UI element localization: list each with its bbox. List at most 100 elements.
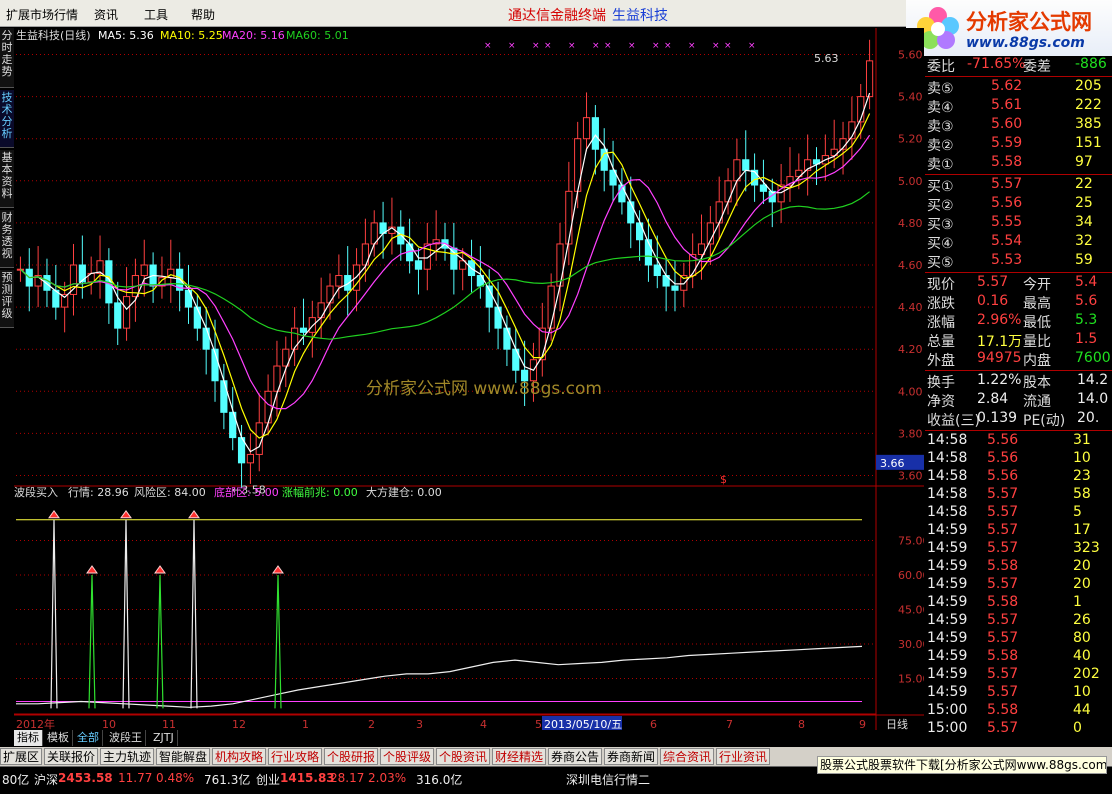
sell-volume: 205: [1075, 78, 1102, 94]
event-marker: ×: [628, 41, 636, 51]
func-tab[interactable]: 主力轨迹: [100, 748, 155, 765]
func-tab[interactable]: 行业攻略: [268, 748, 323, 765]
tab-all[interactable]: 全部: [74, 730, 103, 746]
fund-value-2: 14.0: [1077, 391, 1109, 407]
ma5-label: MA5: 5.36: [98, 29, 154, 42]
tick-volume: 44: [1073, 702, 1091, 718]
side-tab-rating[interactable]: 预测评级: [0, 270, 14, 328]
panel-divider: [925, 370, 1112, 371]
func-tab[interactable]: 行业资讯: [716, 748, 771, 765]
func-tab[interactable]: 关联报价: [44, 748, 99, 765]
status-sh-label: 沪深: [34, 773, 59, 787]
date-tick-label: 2012年: [16, 717, 55, 730]
func-tab[interactable]: 个股评级: [380, 748, 435, 765]
func-tab[interactable]: 券商公告: [548, 748, 603, 765]
func-tab[interactable]: 个股研报: [324, 748, 379, 765]
date-tick-label: 1: [302, 718, 309, 730]
tick-time: 14:59: [927, 666, 968, 682]
candle-body: [193, 306, 201, 329]
status-server[interactable]: 深圳电信行情二: [566, 771, 650, 788]
candle-body: [450, 247, 458, 270]
indicator-fengxian: 风险区: 84.00: [134, 485, 206, 499]
tick-volume: 202: [1073, 666, 1100, 682]
tick-time: 14:59: [927, 522, 968, 538]
status-cy-amount: 316.0亿: [416, 773, 463, 787]
sell-volume: 222: [1075, 97, 1102, 113]
stat-label: 现价: [927, 277, 955, 293]
tick-volume: 323: [1073, 540, 1100, 556]
tick-price: 5.58: [987, 702, 1019, 718]
sell-level-label: 卖③: [927, 119, 954, 135]
tick-row: 15:00 5.57 0: [925, 720, 1112, 739]
func-tab[interactable]: 机构攻略: [212, 748, 267, 765]
func-tab[interactable]: 财经精选: [492, 748, 547, 765]
quote-panel: 委比 -71.65% 委差 -886 卖⑤ 5.62 205 卖④ 5.61 222 卖③ 5.60 3…: [925, 56, 1112, 746]
indicator-name: 波段买入: [14, 485, 58, 499]
menu-extended-market[interactable]: 扩展市场行情: [6, 6, 78, 23]
date-tick-label: 5: [535, 718, 542, 730]
chart-area[interactable]: 3.60 3.80 4.00 4.20 4.40 4.60 4.80 5.00 5.20 5.40…: [14, 28, 924, 730]
tick-price: 5.57: [987, 720, 1019, 736]
tick-time: 15:00: [927, 702, 968, 718]
fund-label-2: PE(动): [1023, 413, 1066, 429]
date-tick-label: 10: [102, 718, 116, 730]
func-tab[interactable]: 扩展区: [0, 748, 43, 765]
fund-label: 换手: [927, 375, 955, 391]
side-tabs: 分时走势 技术分析 基本资料 财务透视 预测评级: [0, 28, 14, 744]
tab-zjtj[interactable]: ZJTJ: [150, 730, 178, 746]
indicator-tick-label: 15.00: [898, 673, 924, 686]
date-tick-label: 8: [798, 718, 805, 730]
event-marker: ×: [544, 41, 552, 51]
func-tab[interactable]: 智能解盘: [156, 748, 211, 765]
candle-body: [335, 275, 343, 287]
sell-price: 5.62: [991, 78, 1023, 94]
fund-label: 净资: [927, 394, 955, 410]
status-sh-pct: 0.48%: [156, 771, 195, 785]
tick-price: 5.57: [987, 576, 1019, 592]
func-tab[interactable]: 综合资讯: [660, 748, 715, 765]
tick-time: 14:59: [927, 594, 968, 610]
candle-body: [582, 117, 591, 140]
tick-row: 14:59 5.57 10: [925, 684, 1112, 703]
fund-row: 收益(三) 0.139 PE(动) 20.: [925, 410, 1112, 429]
candle-body: [653, 264, 661, 277]
func-tab[interactable]: 券商新闻: [604, 748, 659, 765]
tick-volume: 80: [1073, 630, 1091, 646]
side-tab-fundamentals[interactable]: 基本资料: [0, 150, 14, 208]
menu-help[interactable]: 帮助: [191, 6, 215, 23]
panel-divider: [925, 174, 1112, 175]
status-cy-change: 28.17: [330, 771, 365, 785]
tab-boduanwang[interactable]: 波段王: [106, 730, 146, 746]
brand-logo: 分析家公式网 www.88gs.com: [906, 0, 1112, 56]
side-tab-financials[interactable]: 财务透视: [0, 210, 14, 268]
indicator-dafang: 大方建仓: 0.00: [366, 485, 442, 499]
menu-info[interactable]: 资讯: [94, 6, 118, 23]
buy-level-label: 买④: [927, 236, 954, 252]
tick-row: 14:59 5.57 26: [925, 612, 1112, 631]
sell-price: 5.59: [991, 135, 1023, 151]
side-tab-intraday[interactable]: 分时走势: [0, 28, 14, 88]
buy-level-label: 买①: [927, 179, 954, 195]
tick-price: 5.57: [987, 612, 1019, 628]
tick-volume: 1: [1073, 594, 1082, 610]
tick-row: 14:58 5.57 5: [925, 504, 1112, 523]
fund-label-2: 股本: [1023, 375, 1051, 391]
tab-template[interactable]: 模板: [44, 730, 73, 746]
buy-level-label: 买⑤: [927, 255, 954, 271]
stat-value: 0.16: [977, 293, 1009, 309]
ad-banner[interactable]: 股票公式股票软件下载[分析家公式网www.88gs.com]: [817, 756, 1107, 774]
side-tab-technical[interactable]: 技术分析: [0, 90, 14, 148]
tick-volume: 17: [1073, 522, 1091, 538]
buy-row: 买③ 5.55 34: [925, 214, 1112, 233]
tick-price: 5.56: [987, 468, 1019, 484]
fund-value: 1.22%: [977, 372, 1022, 388]
menu-tools[interactable]: 工具: [144, 6, 168, 23]
func-tab[interactable]: 个股资讯: [436, 748, 491, 765]
watermark-text: 分析家公式网 www.88gs.com: [366, 379, 602, 399]
candle-body: [317, 302, 325, 319]
tick-row: 14:58 5.56 23: [925, 468, 1112, 487]
tab-indicator[interactable]: 指标: [14, 730, 43, 746]
event-marker: ×: [484, 41, 492, 51]
price-tick-label: 5.20: [898, 133, 923, 146]
buy-price: 5.56: [991, 195, 1023, 211]
